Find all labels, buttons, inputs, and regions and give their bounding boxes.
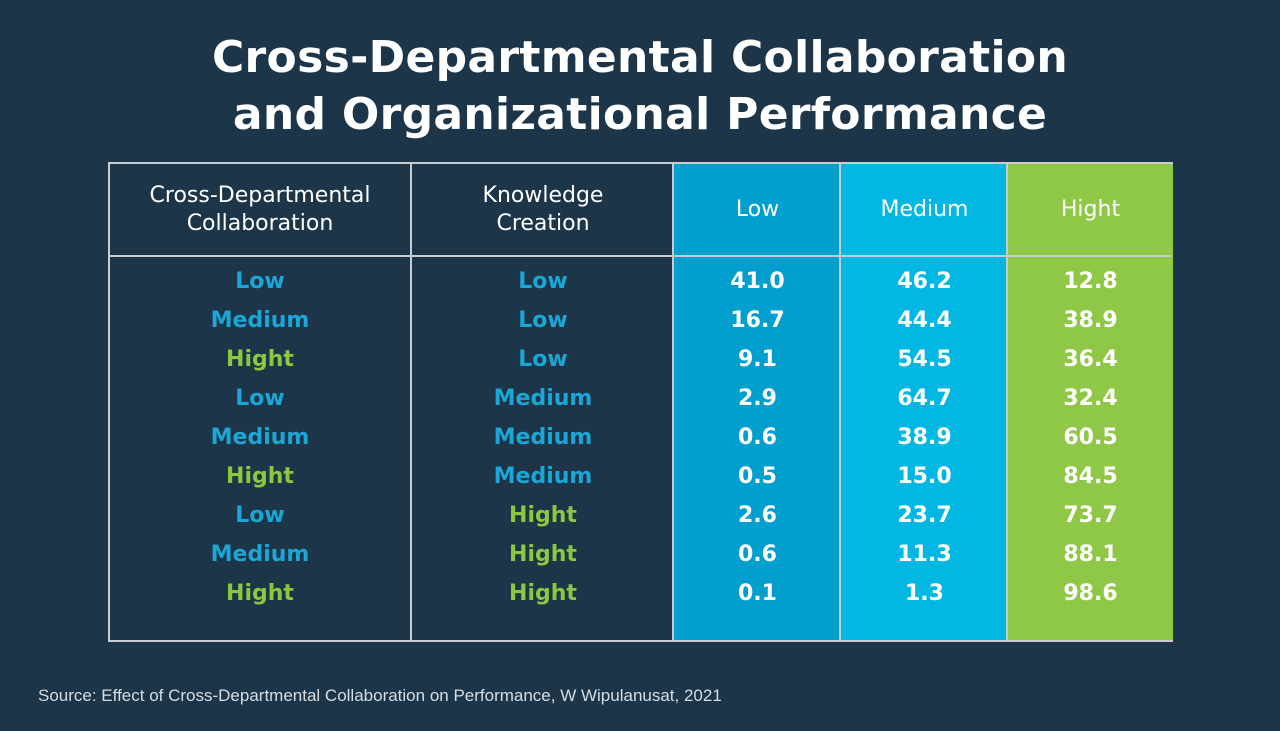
cell-collaboration: Hight: [226, 347, 294, 372]
cell-high: 98.6: [1063, 581, 1118, 606]
cell-collaboration: Medium: [210, 425, 310, 450]
cell-knowledge: Hight: [509, 503, 577, 528]
cell-knowledge: Low: [518, 308, 568, 333]
cell-high: 12.8: [1063, 269, 1118, 294]
cell-medium: 44.4: [897, 308, 952, 333]
performance-table: Cross-Departmental Collaboration Low Medi…: [108, 162, 1173, 642]
cell-knowledge: Medium: [493, 386, 593, 411]
cell-low: 41.0: [730, 269, 785, 294]
cell-medium: 11.3: [897, 542, 952, 567]
cell-medium: 54.5: [897, 347, 952, 372]
cell-collaboration: Low: [235, 386, 285, 411]
header-knowledge: Knowledge Creation: [482, 182, 604, 236]
column-medium: Medium 46.2 44.4 54.5 64.7 38.9 15.0 23.7 11.3 1…: [839, 164, 1008, 640]
column-collaboration: Cross-Departmental Collaboration Low Medi…: [110, 164, 410, 640]
header-low: Low: [735, 196, 780, 222]
title-line-1: Cross-Departmental Collaboration: [211, 32, 1069, 83]
cell-medium: 1.3: [905, 581, 944, 606]
cell-medium: 64.7: [897, 386, 952, 411]
cell-medium: 46.2: [897, 269, 952, 294]
cell-knowledge: Hight: [509, 581, 577, 606]
source-note: Source: Effect of Cross-Departmental Col…: [38, 686, 722, 705]
cell-low: 16.7: [730, 308, 785, 333]
cell-low: 0.5: [738, 464, 777, 489]
cell-low: 2.6: [738, 503, 777, 528]
cell-knowledge: Medium: [493, 464, 593, 489]
title-line-2: and Organizational Performance: [232, 89, 1048, 140]
column-low: Low 41.0 16.7 9.1 2.9 0.6 0.5 2.6 0.6 0.1: [672, 164, 841, 640]
column-knowledge: Knowledge Creation Low Low Low Medium Medium…: [410, 164, 674, 640]
cell-knowledge: Low: [518, 269, 568, 294]
cell-high: 60.5: [1063, 425, 1118, 450]
cell-knowledge: Hight: [509, 542, 577, 567]
cell-high: 73.7: [1063, 503, 1118, 528]
header-medium: Medium: [880, 196, 969, 222]
cell-low: 0.6: [738, 542, 777, 567]
cell-medium: 38.9: [897, 425, 952, 450]
cell-medium: 15.0: [897, 464, 952, 489]
cell-low: 0.6: [738, 425, 777, 450]
cell-collaboration: Low: [235, 503, 285, 528]
cell-medium: 23.7: [897, 503, 952, 528]
cell-collaboration: Medium: [210, 542, 310, 567]
cell-high: 32.4: [1063, 386, 1118, 411]
header-divider: [110, 255, 1171, 257]
cell-low: 2.9: [738, 386, 777, 411]
cell-high: 88.1: [1063, 542, 1118, 567]
header-high: Hight: [1060, 196, 1121, 222]
cell-collaboration: Low: [235, 269, 285, 294]
cell-collaboration: Hight: [226, 464, 294, 489]
cell-low: 9.1: [738, 347, 777, 372]
column-high: Hight 12.8 38.9 36.4 32.4 60.5 84.5 73.7 88.1 98…: [1006, 164, 1173, 640]
cell-collaboration: Medium: [210, 308, 310, 333]
cell-high: 84.5: [1063, 464, 1118, 489]
cell-high: 36.4: [1063, 347, 1118, 372]
cell-collaboration: Hight: [226, 581, 294, 606]
header-collaboration: Cross-Departmental Collaboration: [149, 182, 371, 236]
cell-knowledge: Low: [518, 347, 568, 372]
cell-high: 38.9: [1063, 308, 1118, 333]
cell-low: 0.1: [738, 581, 777, 606]
cell-knowledge: Medium: [493, 425, 593, 450]
